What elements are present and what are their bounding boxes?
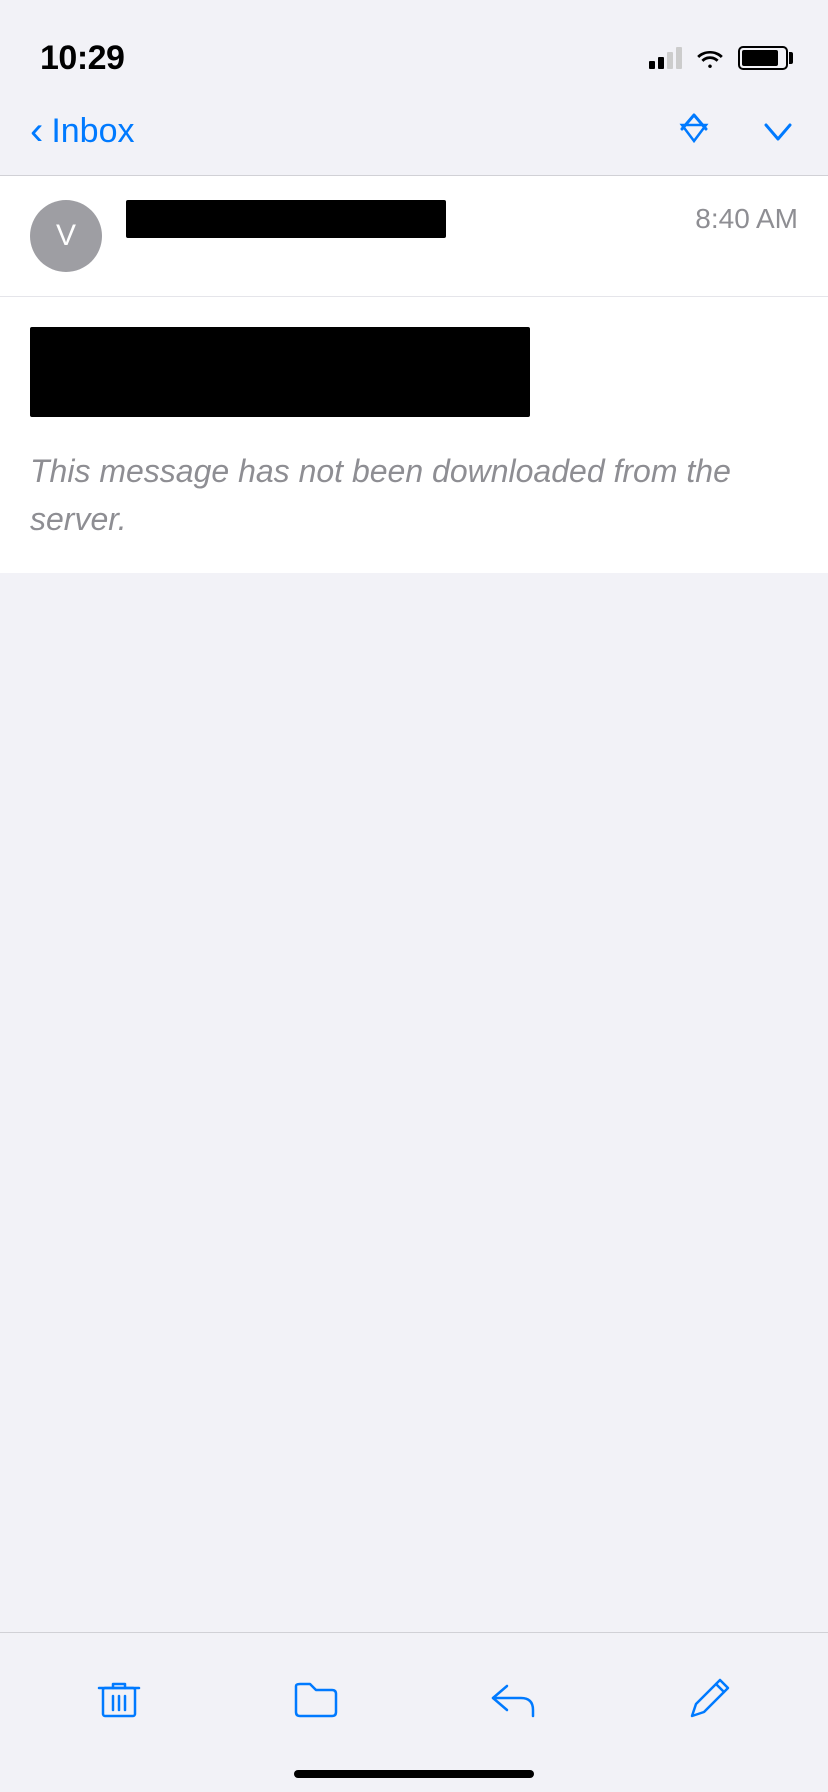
lower-area [0, 573, 828, 1153]
email-subject-redacted [30, 327, 530, 417]
home-indicator [294, 1770, 534, 1778]
email-time: 8:40 AM [695, 203, 798, 235]
email-meta: 8:40 AM [126, 200, 798, 238]
move-button[interactable] [276, 1658, 356, 1738]
next-message-button[interactable] [758, 109, 798, 155]
back-label: Inbox [51, 112, 134, 151]
sender-avatar: V [30, 200, 102, 272]
status-time: 10:29 [40, 39, 124, 78]
back-button[interactable]: ‹ Inbox [30, 112, 135, 151]
delete-button[interactable] [79, 1658, 159, 1738]
previous-message-button[interactable] [674, 109, 714, 155]
email-sender-row: 8:40 AM [126, 200, 798, 238]
signal-icon [649, 47, 682, 69]
email-body: This message has not been downloaded fro… [0, 297, 828, 573]
back-chevron-icon: ‹ [30, 111, 43, 151]
battery-icon [738, 46, 788, 70]
reply-button[interactable] [473, 1658, 553, 1738]
toolbar [0, 1632, 828, 1792]
nav-bar: ‹ Inbox [0, 88, 828, 176]
email-header: V 8:40 AM [0, 176, 828, 297]
email-content: V 8:40 AM This message has not been down… [0, 176, 828, 573]
status-icons [649, 46, 788, 70]
avatar-initial: V [56, 219, 76, 253]
status-bar: 10:29 [0, 0, 828, 88]
not-downloaded-message: This message has not been downloaded fro… [30, 447, 798, 543]
compose-button[interactable] [670, 1658, 750, 1738]
sender-name-redacted [126, 200, 446, 238]
nav-arrows [674, 109, 798, 155]
wifi-icon [696, 47, 724, 69]
